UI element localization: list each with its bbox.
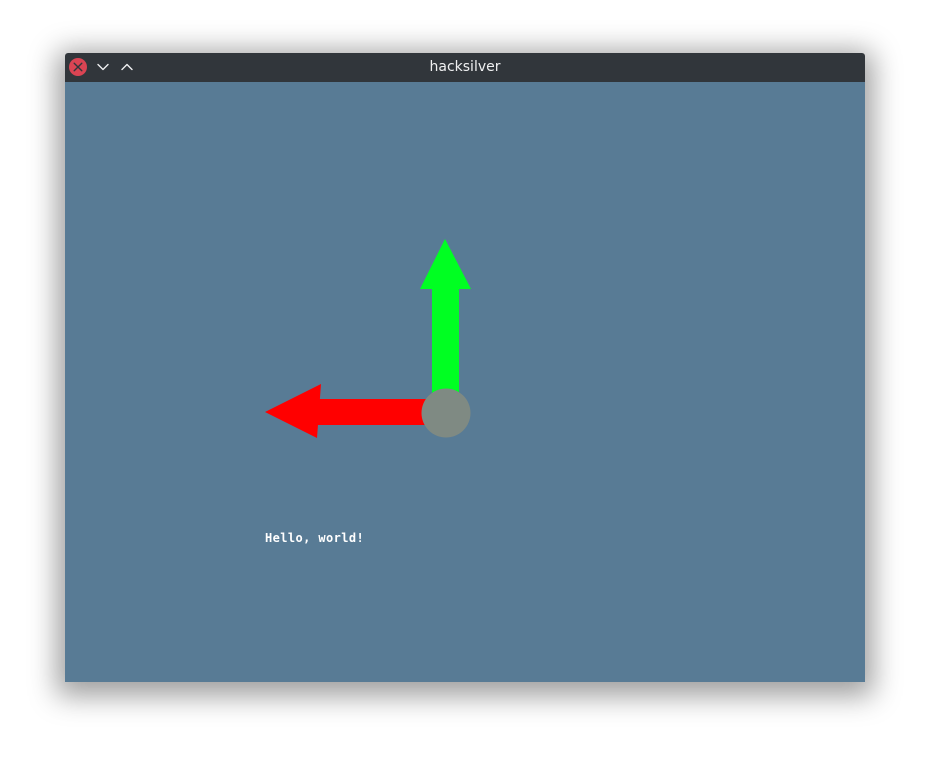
chevron-down-icon	[97, 63, 109, 71]
render-canvas[interactable]: Hello, world!	[65, 82, 865, 682]
chevron-up-icon	[121, 63, 133, 71]
scene	[265, 239, 471, 438]
origin-marker	[421, 388, 471, 438]
window-title: hacksilver	[429, 59, 501, 75]
close-button[interactable]	[69, 58, 87, 76]
x-axis-arrow	[265, 384, 445, 438]
close-icon	[69, 58, 87, 76]
minimize-button[interactable]	[94, 58, 112, 76]
maximize-button[interactable]	[118, 58, 136, 76]
title-bar[interactable]: hacksilver	[65, 53, 865, 82]
hello-text: Hello, world!	[265, 531, 365, 545]
app-window: hacksilver Hello, world!	[65, 53, 865, 682]
y-axis-arrow	[420, 239, 471, 393]
